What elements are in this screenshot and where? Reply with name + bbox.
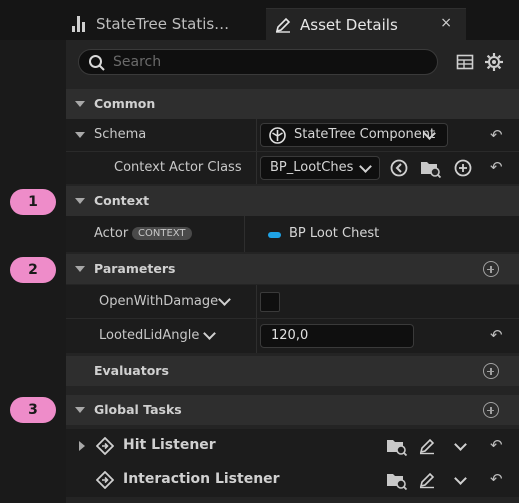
browse-folder-icon[interactable]	[386, 470, 408, 490]
schema-combo[interactable]: StateTree Component	[260, 123, 448, 147]
tab-asset-details[interactable]: Asset Details ×	[266, 8, 466, 40]
actor-value: BP Loot Chest	[289, 226, 380, 241]
category-parameters[interactable]: Parameters	[66, 254, 519, 284]
looted-lid-angle-input[interactable]: 120,0	[260, 324, 414, 348]
category-context[interactable]: Context	[66, 186, 519, 216]
close-icon[interactable]: ×	[440, 15, 452, 31]
collapse-arrow-icon[interactable]	[75, 407, 85, 413]
chevron-down-icon[interactable]	[454, 438, 467, 451]
annotation-badge-3: 3	[10, 397, 56, 423]
annotation-badge-2: 2	[10, 257, 56, 283]
category-label: Global Tasks	[94, 402, 182, 417]
property-row-open-with-damage: OpenWithDamage	[66, 285, 519, 319]
search-input[interactable]: Search	[78, 49, 438, 75]
chevron-down-icon[interactable]	[218, 293, 231, 306]
task-row-hit-listener[interactable]: Hit Listener ↶	[66, 429, 519, 463]
task-node-icon	[96, 471, 114, 489]
schema-value: StateTree Component	[294, 127, 436, 142]
looted-lid-angle-value: 120,0	[271, 328, 309, 343]
property-label: Actor	[94, 226, 129, 241]
statetree-icon	[269, 127, 286, 144]
table-icon[interactable]	[456, 53, 474, 71]
search-icon	[89, 55, 105, 71]
gear-icon[interactable]	[484, 52, 504, 72]
collapse-arrow-icon[interactable]	[75, 266, 85, 272]
category-label: Parameters	[94, 261, 176, 276]
search-row: Search	[66, 40, 519, 84]
add-parameter-icon[interactable]	[483, 261, 499, 277]
context-actor-class-combo[interactable]: BP_LootChes	[260, 156, 380, 180]
task-label: Hit Listener	[123, 437, 216, 453]
reset-to-default-icon[interactable]: ↶	[490, 436, 503, 454]
property-row-context-actor-class: Context Actor Class BP_LootChes ↶	[66, 152, 519, 184]
collapse-arrow-icon[interactable]	[75, 101, 85, 107]
category-label: Evaluators	[94, 363, 169, 378]
search-placeholder: Search	[113, 54, 162, 70]
open-with-damage-checkbox[interactable]	[260, 292, 280, 312]
add-icon[interactable]	[454, 159, 472, 177]
pencil-icon[interactable]	[418, 437, 436, 455]
property-label: Schema	[94, 127, 147, 142]
context-actor-class-value: BP_LootChes	[270, 160, 354, 175]
context-tag: CONTEXT	[132, 227, 192, 240]
chevron-down-icon	[359, 160, 372, 173]
bar-chart-icon	[72, 16, 88, 32]
category-evaluators[interactable]: Evaluators	[66, 356, 519, 386]
tab-label: Asset Details	[300, 15, 398, 34]
task-node-icon	[96, 437, 114, 455]
reset-to-default-icon[interactable]: ↶	[490, 126, 503, 144]
property-label: OpenWithDamage	[99, 294, 219, 309]
task-label: Interaction Listener	[123, 471, 280, 487]
property-row-looted-lid-angle: LootedLidAngle 120,0 ↶	[66, 319, 519, 353]
browse-folder-icon[interactable]	[420, 158, 442, 178]
details-panel: Search Common Schema StateTree Component…	[66, 40, 519, 503]
collapse-arrow-icon[interactable]	[75, 198, 85, 204]
category-common[interactable]: Common	[66, 89, 519, 119]
pencil-icon	[274, 16, 292, 34]
task-row-interaction-listener[interactable]: Interaction Listener ↶	[66, 463, 519, 497]
browse-folder-icon[interactable]	[386, 436, 408, 456]
add-evaluator-icon[interactable]	[483, 363, 499, 379]
chevron-down-icon[interactable]	[454, 472, 467, 485]
chevron-down-icon[interactable]	[203, 327, 216, 340]
reset-to-default-icon[interactable]: ↶	[490, 470, 503, 488]
category-label: Common	[94, 96, 156, 111]
category-label: Context	[94, 193, 150, 208]
tab-label: StateTree Statis…	[96, 15, 230, 33]
property-row-actor: Actor CONTEXT BP Loot Chest	[66, 216, 519, 252]
use-selected-icon[interactable]	[390, 159, 408, 177]
tab-statetree-statistics[interactable]: StateTree Statis…	[66, 8, 266, 40]
actor-type-pill-icon	[268, 232, 281, 238]
reset-to-default-icon[interactable]: ↶	[490, 158, 503, 176]
property-label: Context Actor Class	[114, 160, 242, 175]
annotation-badge-1: 1	[10, 189, 56, 215]
reset-to-default-icon[interactable]: ↶	[490, 326, 503, 344]
property-label: LootedLidAngle	[99, 328, 200, 343]
pencil-icon[interactable]	[418, 471, 436, 489]
collapse-arrow-icon[interactable]	[75, 132, 85, 138]
property-row-schema: Schema StateTree Component ↶	[66, 119, 519, 152]
expand-arrow-icon[interactable]	[79, 441, 85, 451]
add-task-icon[interactable]	[483, 402, 499, 418]
category-global-tasks[interactable]: Global Tasks	[66, 395, 519, 425]
tab-bar: StateTree Statis… Asset Details ×	[0, 0, 519, 40]
